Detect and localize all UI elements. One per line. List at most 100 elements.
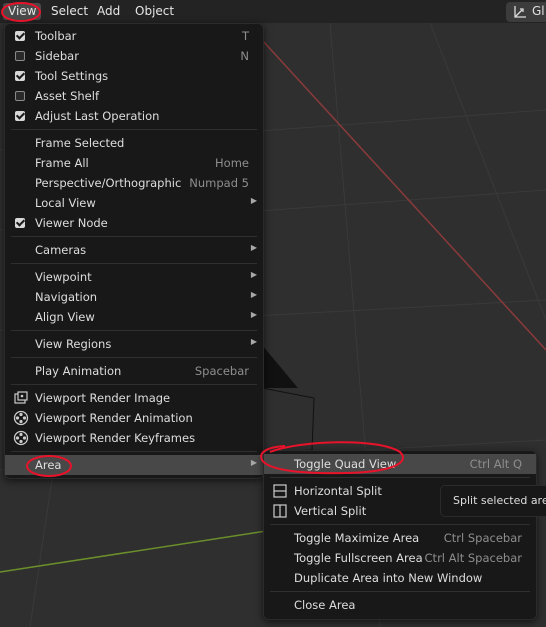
- tooltip-text: Split selected area: [453, 494, 546, 507]
- menu-item-label: Viewport Render Animation: [35, 411, 193, 425]
- menu-item-label: Play Animation: [35, 364, 122, 378]
- menu-item-label: Viewport Render Keyframes: [35, 431, 196, 445]
- menu-item-label: Perspective/Orthographic: [35, 176, 182, 190]
- menu-item-label: Toggle Maximize Area: [294, 531, 420, 545]
- menu-item-label: Toolbar: [35, 29, 77, 43]
- menu-item-toggle-quad-view[interactable]: Toggle Quad View Ctrl Alt Q: [264, 454, 536, 474]
- select-menu-button[interactable]: Select: [46, 3, 93, 20]
- menu-item-label: Align View: [35, 310, 95, 324]
- area-submenu: Toggle Quad View Ctrl Alt Q Horizontal S…: [263, 450, 537, 620]
- menu-item-local-view[interactable]: Local View ▶: [5, 193, 263, 213]
- menu-separator: [270, 524, 530, 525]
- add-menu-button[interactable]: Add: [92, 3, 125, 20]
- menu-item-label: Vertical Split: [294, 504, 367, 518]
- menu-item-label: Frame All: [35, 156, 89, 170]
- menu-separator: [11, 330, 257, 331]
- menu-item-frame-all[interactable]: Frame All Home: [5, 153, 263, 173]
- menu-item-viewport-render-keyframes[interactable]: Viewport Render Keyframes: [5, 428, 263, 448]
- menu-item-label: Tool Settings: [35, 69, 109, 83]
- menu-item-adjust-last-operation[interactable]: Adjust Last Operation: [5, 106, 263, 126]
- render-animation-icon: [13, 410, 29, 426]
- menu-item-label: Cameras: [35, 243, 87, 257]
- shortcut-label: Ctrl Alt Q: [469, 457, 522, 471]
- menu-item-label: View Regions: [35, 337, 112, 351]
- menu-separator: [11, 384, 257, 385]
- submenu-arrow-icon: ▶: [250, 290, 257, 299]
- menu-item-view-regions[interactable]: View Regions ▶: [5, 334, 263, 354]
- shortcut-label: Ctrl Spacebar: [443, 531, 522, 545]
- camera-object: [262, 345, 298, 388]
- menu-item-label: Frame Selected: [35, 136, 125, 150]
- horizontal-split-icon: [273, 484, 287, 498]
- menu-item-align-view[interactable]: Align View ▶: [5, 307, 263, 327]
- menu-separator: [270, 477, 530, 478]
- menu-item-toggle-fullscreen-area[interactable]: Toggle Fullscreen Area Ctrl Alt Spacebar: [264, 548, 536, 568]
- viewport-header: View Select Add Object Gl: [0, 0, 546, 23]
- y-axis-line: [261, 39, 546, 351]
- submenu-arrow-icon: ▶: [250, 270, 257, 279]
- menu-item-label: Asset Shelf: [35, 89, 99, 103]
- shortcut-label: Home: [215, 156, 249, 170]
- object-menu-button[interactable]: Object: [130, 3, 179, 20]
- menu-item-label: Close Area: [294, 598, 356, 612]
- shortcut-label: T: [241, 29, 249, 43]
- menu-item-label: Duplicate Area into New Window: [294, 571, 483, 585]
- shortcut-label: N: [240, 49, 249, 63]
- transform-orientation-button[interactable]: Gl: [506, 2, 546, 22]
- menu-item-play-animation[interactable]: Play Animation Spacebar: [5, 361, 263, 381]
- menu-item-label: Area: [35, 458, 62, 472]
- menu-item-viewport-render-image[interactable]: Viewport Render Image: [5, 388, 263, 408]
- tooltip: Split selected area: [440, 485, 546, 517]
- orientation-label: Gl: [532, 4, 545, 18]
- menu-item-close-area[interactable]: Close Area: [264, 595, 536, 615]
- menu-item-label: Sidebar: [35, 49, 79, 63]
- menu-item-cameras[interactable]: Cameras ▶: [5, 240, 263, 260]
- menu-item-navigation[interactable]: Navigation ▶: [5, 287, 263, 307]
- menu-item-toggle-maximize-area[interactable]: Toggle Maximize Area Ctrl Spacebar: [264, 528, 536, 548]
- menu-item-asset-shelf[interactable]: Asset Shelf: [5, 86, 263, 106]
- render-keyframes-icon: [13, 430, 29, 446]
- menu-separator: [11, 357, 257, 358]
- checkbox-checked-icon: [15, 218, 25, 228]
- menu-item-label: Viewport Render Image: [35, 391, 171, 405]
- menu-item-label: Toggle Fullscreen Area: [294, 551, 423, 565]
- orientation-gizmo-icon: [514, 6, 526, 18]
- menu-separator: [270, 591, 530, 592]
- shortcut-label: Ctrl Alt Spacebar: [424, 551, 522, 565]
- checkbox-unchecked-icon: [15, 51, 25, 61]
- menu-item-label: Adjust Last Operation: [35, 109, 160, 123]
- submenu-arrow-icon: ▶: [250, 243, 257, 252]
- menu-item-toolbar[interactable]: Toolbar T: [5, 26, 263, 46]
- menu-separator: [11, 451, 257, 452]
- shortcut-label: Numpad 5: [189, 176, 249, 190]
- submenu-arrow-icon: ▶: [250, 196, 257, 205]
- menu-item-duplicate-area-into-new-window[interactable]: Duplicate Area into New Window: [264, 568, 536, 588]
- menu-separator: [11, 236, 257, 237]
- menu-item-sidebar[interactable]: Sidebar N: [5, 46, 263, 66]
- checkbox-checked-icon: [15, 111, 25, 121]
- checkbox-checked-icon: [15, 31, 25, 41]
- checkbox-checked-icon: [15, 71, 25, 81]
- render-image-icon: [14, 391, 28, 404]
- menu-item-tool-settings[interactable]: Tool Settings: [5, 66, 263, 86]
- submenu-arrow-icon: ▶: [250, 310, 257, 319]
- submenu-arrow-icon: ▶: [250, 458, 257, 467]
- checkbox-unchecked-icon: [15, 91, 25, 101]
- menu-item-label: Viewpoint: [35, 270, 92, 284]
- menu-item-viewport-render-animation[interactable]: Viewport Render Animation: [5, 408, 263, 428]
- menu-item-label: Viewer Node: [35, 216, 108, 230]
- menu-item-area[interactable]: Area ▶: [5, 455, 263, 475]
- submenu-arrow-icon: ▶: [250, 337, 257, 346]
- menu-item-viewer-node[interactable]: Viewer Node: [5, 213, 263, 233]
- menu-item-perspective-orthographic[interactable]: Perspective/Orthographic Numpad 5: [5, 173, 263, 193]
- menu-item-label: Toggle Quad View: [294, 457, 397, 471]
- menu-item-viewpoint[interactable]: Viewpoint ▶: [5, 267, 263, 287]
- view-menu-button[interactable]: View: [3, 3, 42, 20]
- menu-item-label: Navigation: [35, 290, 98, 304]
- menu-item-frame-selected[interactable]: Frame Selected: [5, 133, 263, 153]
- menu-item-label: Local View: [35, 196, 96, 210]
- menu-item-label: Horizontal Split: [294, 484, 382, 498]
- vertical-split-icon: [273, 504, 287, 518]
- shortcut-label: Spacebar: [194, 364, 249, 378]
- view-menu: Toolbar T Sidebar N Tool Settings Asset …: [4, 23, 264, 479]
